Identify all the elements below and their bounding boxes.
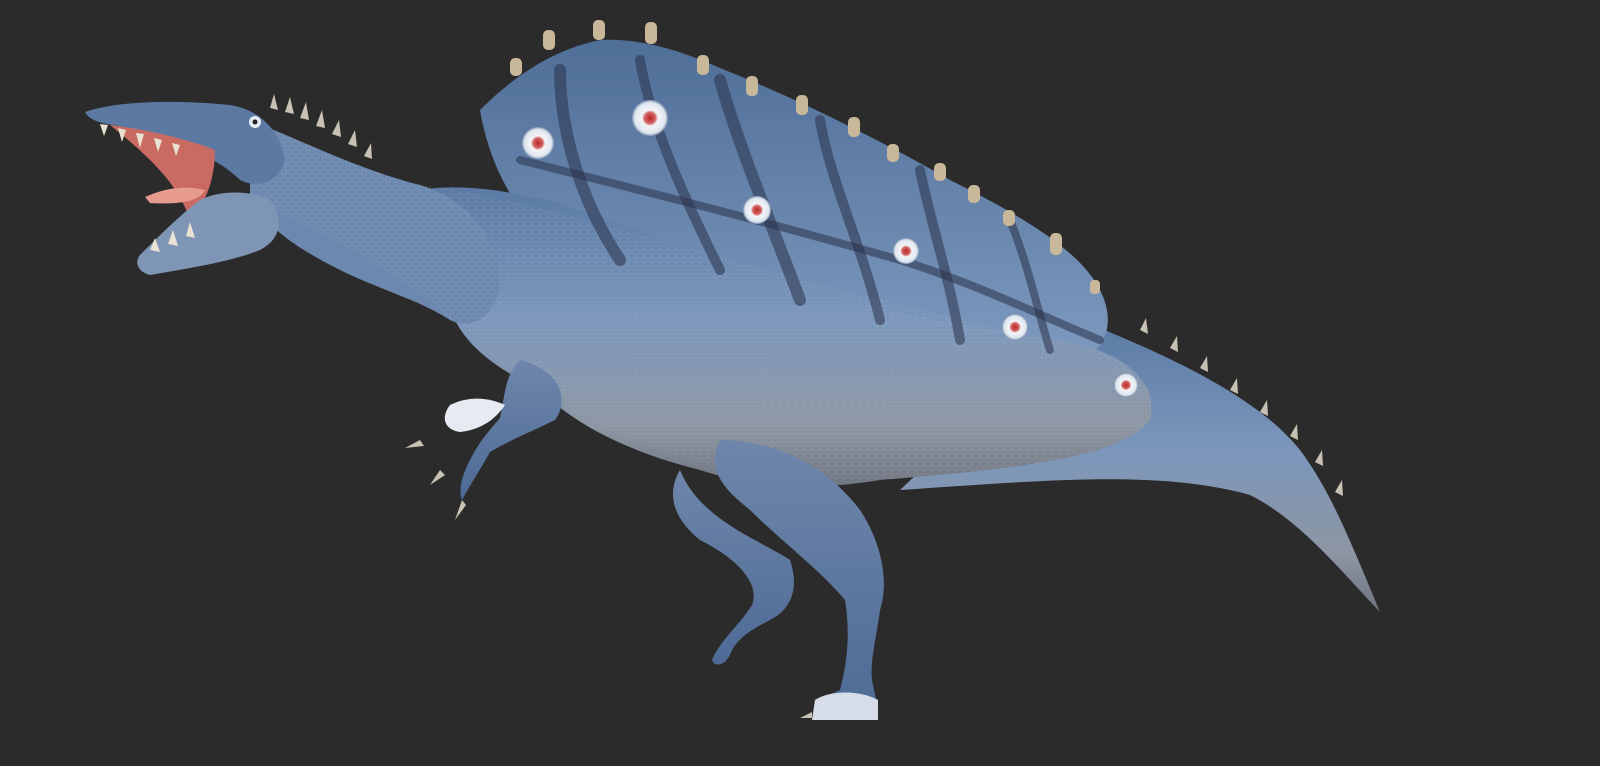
dinosaur-render [85, 20, 1380, 720]
near-arm [405, 360, 562, 520]
render-viewport [0, 0, 1600, 766]
